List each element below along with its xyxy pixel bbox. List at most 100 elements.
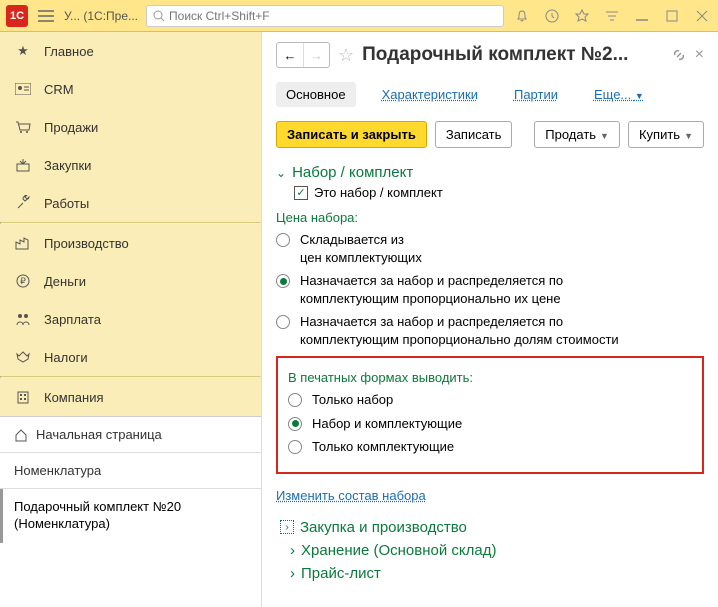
nav-taxes[interactable]: Налоги	[0, 338, 261, 376]
is-kit-label: Это набор / комплект	[314, 185, 443, 200]
price-radio-group: Складывается из цен комплектующих Назнач…	[276, 231, 704, 348]
cart-icon	[14, 118, 32, 136]
radio-icon	[288, 440, 302, 454]
nav-salary[interactable]: Зарплата	[0, 300, 261, 338]
nav-label: Деньги	[44, 274, 86, 289]
sell-button[interactable]: Продать▼	[534, 121, 620, 148]
tab-parties[interactable]: Партии	[504, 82, 568, 107]
minimize-icon[interactable]	[632, 6, 652, 26]
price-label: Цена набора:	[276, 210, 704, 225]
people-icon	[14, 310, 32, 328]
nav-label: Продажи	[44, 120, 98, 135]
close-icon[interactable]	[692, 6, 712, 26]
svg-text:₽: ₽	[20, 276, 26, 286]
tab-main[interactable]: Основное	[276, 82, 356, 107]
nav-label: Зарплата	[44, 312, 101, 327]
section-kit-label: Набор / комплект	[292, 164, 413, 181]
star-icon[interactable]	[572, 6, 592, 26]
factory-icon	[14, 234, 32, 252]
section-pricelist-label: Прайс-лист	[301, 565, 381, 582]
change-kit-link[interactable]: Изменить состав набора	[276, 488, 426, 503]
price-option-2[interactable]: Назначается за набор и распределяется по…	[276, 313, 704, 348]
save-close-button[interactable]: Записать и закрыть	[276, 121, 427, 148]
nav-sales[interactable]: Продажи	[0, 108, 261, 146]
section-storage-label: Хранение (Основной склад)	[301, 542, 497, 559]
nav-main[interactable]: ★ Главное	[0, 32, 261, 70]
building-icon	[14, 388, 32, 406]
home-icon	[14, 428, 28, 442]
section-storage[interactable]: › Хранение (Основной склад)	[276, 542, 704, 559]
print-option-0[interactable]: Только набор	[288, 391, 692, 409]
bell-icon[interactable]	[512, 6, 532, 26]
radio-label: Назначается за набор и распределяется по…	[300, 313, 660, 348]
radio-icon	[288, 393, 302, 407]
section-purchase-label: Закупка и производство	[300, 519, 467, 536]
back-button[interactable]: ←	[277, 43, 303, 67]
buy-button[interactable]: Купить▼	[628, 121, 704, 148]
nav-label: CRM	[44, 82, 74, 97]
catalog-label: Номенклатура	[14, 463, 101, 478]
search-icon	[153, 10, 165, 22]
chevron-right-icon: ›	[290, 542, 295, 559]
nav-label: Производство	[44, 236, 129, 251]
nav-crm[interactable]: CRM	[0, 70, 261, 108]
tab-more[interactable]: Еще... ▼	[584, 82, 654, 107]
section-pricelist[interactable]: › Прайс-лист	[276, 565, 704, 582]
titlebar: 1C У... (1С:Пре...	[0, 0, 718, 32]
nav-money[interactable]: ₽ Деньги	[0, 262, 261, 300]
nav-company[interactable]: Компания	[0, 378, 261, 416]
home-page-link[interactable]: Начальная страница	[0, 417, 261, 452]
nav-label: Главное	[44, 44, 94, 59]
section-kit[interactable]: ⌄ Набор / комплект	[276, 164, 704, 181]
radio-label: Только набор	[312, 391, 393, 409]
price-option-0[interactable]: Складывается из цен комплектующих	[276, 231, 704, 266]
forward-button[interactable]: →	[303, 43, 329, 67]
price-option-1[interactable]: Назначается за набор и распределяется по…	[276, 272, 704, 307]
nav-label: Закупки	[44, 158, 91, 173]
active-document-label: Подарочный комплект №20 (Номенклатура)	[14, 499, 247, 533]
active-document[interactable]: Подарочный комплект №20 (Номенклатура)	[0, 489, 261, 543]
catalog-link[interactable]: Номенклатура	[0, 453, 261, 488]
app-logo: 1C	[6, 5, 28, 27]
close-panel-icon[interactable]: ×	[695, 46, 704, 64]
menu-icon[interactable]	[36, 6, 56, 26]
radio-checked-icon	[276, 274, 290, 288]
search-field[interactable]	[169, 9, 497, 23]
section-purchase[interactable]: › Закупка и производство	[276, 519, 704, 536]
nav-purchases[interactable]: Закупки	[0, 146, 261, 184]
nav-production[interactable]: Производство	[0, 224, 261, 262]
radio-icon	[276, 315, 290, 329]
print-label: В печатных формах выводить:	[288, 370, 692, 385]
nav-works[interactable]: Работы	[0, 184, 261, 222]
search-input[interactable]	[146, 5, 504, 27]
home-label: Начальная страница	[36, 427, 162, 442]
tab-characteristics[interactable]: Характеристики	[372, 82, 488, 107]
content-area: ← → ☆ Подарочный комплект №2... × Основн…	[262, 32, 718, 607]
print-radio-group: Только набор Набор и комплектующие Тольк…	[288, 391, 692, 456]
is-kit-checkbox[interactable]: ✓ Это набор / комплект	[294, 185, 704, 200]
star-icon: ★	[14, 42, 32, 60]
sidebar: ★ Главное CRM Продажи Закупки Работы Прои…	[0, 32, 262, 607]
radio-checked-icon	[288, 417, 302, 431]
print-option-2[interactable]: Только комплектующие	[288, 438, 692, 456]
id-icon	[14, 80, 32, 98]
page-title: Подарочный комплект №2...	[362, 44, 663, 66]
filter-icon[interactable]	[602, 6, 622, 26]
radio-label: Назначается за набор и распределяется по…	[300, 272, 660, 307]
chevron-right-icon: ›	[290, 565, 295, 582]
print-option-1[interactable]: Набор и комплектующие	[288, 415, 692, 433]
chevron-right-icon: ›	[280, 520, 294, 534]
nav-label: Работы	[44, 196, 89, 211]
favorite-star-icon[interactable]: ☆	[338, 45, 354, 66]
link-icon[interactable]	[671, 47, 687, 63]
save-button[interactable]: Записать	[435, 121, 513, 148]
nav-label: Налоги	[44, 350, 88, 365]
chevron-down-icon: ⌄	[276, 166, 286, 180]
maximize-icon[interactable]	[662, 6, 682, 26]
checkbox-checked-icon: ✓	[294, 186, 308, 200]
history-icon[interactable]	[542, 6, 562, 26]
eagle-icon	[14, 348, 32, 366]
radio-label: Складывается из цен комплектующих	[300, 231, 422, 266]
app-title: У... (1С:Пре...	[64, 9, 138, 23]
coin-icon: ₽	[14, 272, 32, 290]
